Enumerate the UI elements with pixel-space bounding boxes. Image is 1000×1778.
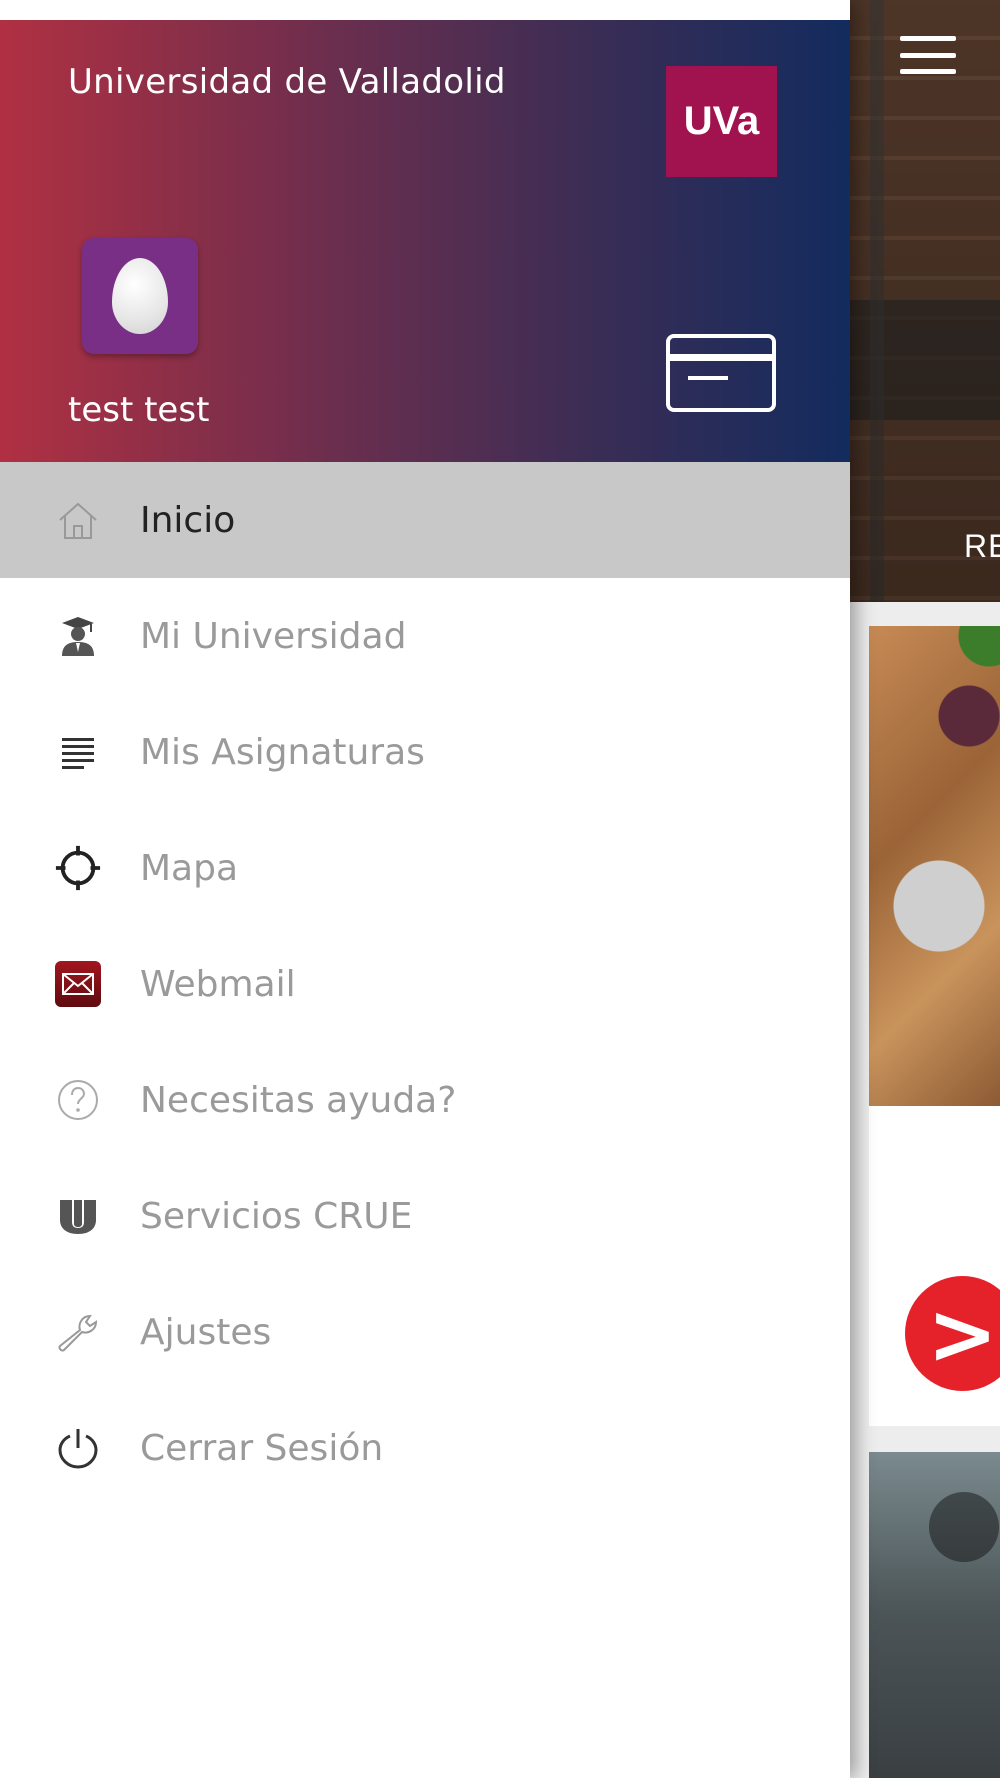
egg-icon (112, 258, 168, 334)
list-icon (54, 728, 102, 776)
home-icon (54, 496, 102, 544)
news-card[interactable]: > (869, 626, 1000, 1426)
hamburger-menu-icon[interactable] (900, 36, 956, 74)
menu-item-label: Webmail (140, 963, 296, 1005)
drawer-menu: Inicio Mi Universidad Mis Asignaturas Ma… (0, 462, 850, 1506)
menu-item-mi-universidad[interactable]: Mi Universidad (0, 578, 850, 694)
power-icon (54, 1424, 102, 1472)
mail-icon (54, 960, 102, 1008)
hero-caption: RE (964, 528, 1000, 564)
news-card-image[interactable] (869, 1452, 1000, 1778)
menu-item-label: Ajustes (140, 1311, 272, 1353)
menu-item-label: Necesitas ayuda? (140, 1079, 457, 1121)
menu-item-mis-asignaturas[interactable]: Mis Asignaturas (0, 694, 850, 810)
menu-item-label: Mapa (140, 847, 239, 889)
menu-item-label: Mis Asignaturas (140, 731, 425, 773)
wrench-icon (54, 1308, 102, 1356)
help-icon (54, 1076, 102, 1124)
menu-item-mapa[interactable]: Mapa (0, 810, 850, 926)
menu-item-ayuda[interactable]: Necesitas ayuda? (0, 1042, 850, 1158)
menu-item-inicio[interactable]: Inicio (0, 462, 850, 578)
menu-item-label: Servicios CRUE (140, 1195, 413, 1237)
navigation-drawer: Universidad de Valladolid UVa test test … (0, 0, 850, 1778)
university-name: Universidad de Valladolid (68, 62, 506, 102)
crosshair-icon (54, 844, 102, 892)
id-card-icon[interactable] (666, 334, 776, 412)
uva-logo: UVa (666, 66, 777, 177)
arrow-badge-icon[interactable]: > (905, 1276, 1000, 1391)
graduate-icon (54, 612, 102, 660)
menu-item-label: Mi Universidad (140, 615, 407, 657)
menu-item-label: Cerrar Sesión (140, 1427, 384, 1469)
news-card-image (869, 626, 1000, 1106)
drawer-header: Universidad de Valladolid UVa test test (0, 20, 850, 462)
menu-item-label: Inicio (140, 499, 236, 541)
crue-icon (54, 1192, 102, 1240)
menu-item-cerrar-sesion[interactable]: Cerrar Sesión (0, 1390, 850, 1506)
username: test test (68, 390, 210, 430)
menu-item-servicios-crue[interactable]: Servicios CRUE (0, 1158, 850, 1274)
menu-item-webmail[interactable]: Webmail (0, 926, 850, 1042)
menu-item-ajustes[interactable]: Ajustes (0, 1274, 850, 1390)
avatar[interactable] (82, 238, 198, 354)
